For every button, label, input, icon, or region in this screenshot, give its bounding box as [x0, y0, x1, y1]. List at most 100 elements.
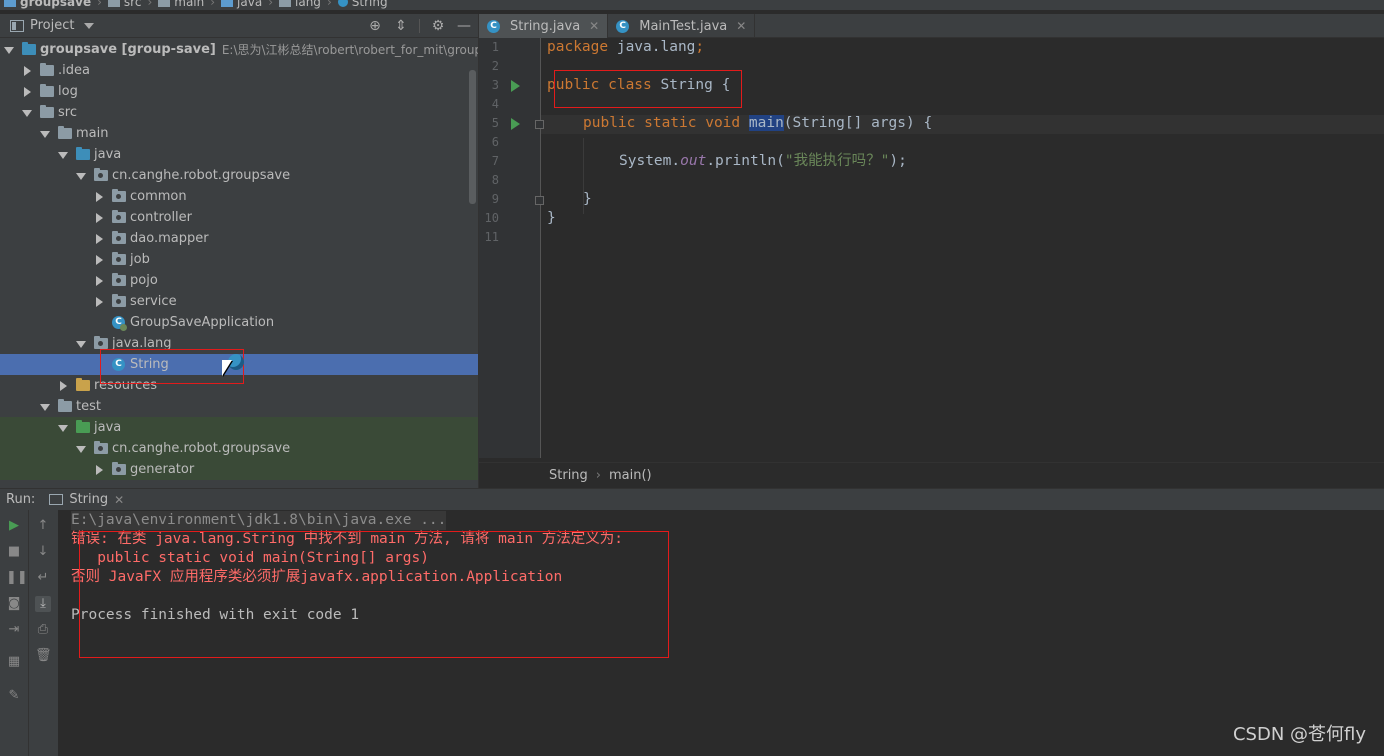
- tree-item-label: dao.mapper: [130, 231, 209, 246]
- pin-icon[interactable]: ✎: [6, 688, 22, 704]
- tree-item-test-java[interactable]: java: [0, 417, 478, 438]
- fold-marker-icon[interactable]: [535, 120, 544, 129]
- tree-item-java[interactable]: java: [0, 144, 478, 165]
- soft-wrap-icon[interactable]: ↵: [35, 570, 51, 586]
- expand-arrow-icon[interactable]: [58, 380, 68, 391]
- chevron-down-icon: [84, 22, 95, 29]
- code-line-5: public static void main(String[] args) {: [583, 115, 933, 131]
- project-view-selector[interactable]: Project: [10, 18, 95, 33]
- module-folder-icon: [22, 42, 36, 55]
- arrow-up-icon[interactable]: ↑: [35, 518, 51, 534]
- tree-item-test-package[interactable]: cn.canghe.robot.groupsave: [0, 438, 478, 459]
- tree-item-path: E:\思为\江彬总结\robert\robert_for_mit\groupsa…: [221, 43, 478, 57]
- run-tab-string[interactable]: String ✕: [49, 492, 124, 507]
- expand-arrow-icon[interactable]: [4, 45, 14, 55]
- expand-arrow-icon[interactable]: [58, 150, 68, 160]
- breadcrumb-item[interactable]: java: [221, 0, 262, 9]
- expand-arrow-icon[interactable]: [40, 129, 50, 139]
- camera-icon[interactable]: ◙: [6, 596, 22, 612]
- expand-arrow-icon[interactable]: [76, 339, 86, 349]
- expand-arrow-icon[interactable]: [58, 423, 68, 433]
- scroll-to-end-icon[interactable]: ⤓: [35, 596, 51, 612]
- print-icon[interactable]: ⎙: [35, 622, 51, 638]
- package-icon: [112, 462, 126, 475]
- expand-arrow-icon[interactable]: [76, 171, 86, 181]
- tree-item-groupsaveapplication[interactable]: C GroupSaveApplication: [0, 312, 478, 333]
- tree-item-label: pojo: [130, 273, 158, 288]
- expand-arrow-icon[interactable]: [94, 191, 104, 202]
- breadcrumb-separator: ›: [268, 0, 274, 9]
- expand-arrow-icon[interactable]: [94, 275, 104, 286]
- run-gutter-icon[interactable]: [511, 118, 520, 130]
- breadcrumb-item[interactable]: main: [158, 0, 204, 9]
- tree-item-label: job: [130, 252, 150, 267]
- tree-item-src[interactable]: src: [0, 102, 478, 123]
- editor-tab-bar: C String.java ✕ C MainTest.java ✕: [479, 14, 1384, 38]
- editor-breadcrumb-class[interactable]: String: [549, 468, 588, 483]
- tree-item-label: src: [58, 105, 77, 120]
- line-number: 9: [491, 192, 499, 206]
- tree-item-groupsave[interactable]: groupsave [group-save] E:\思为\江彬总结\robert…: [0, 39, 478, 60]
- expand-arrow-icon[interactable]: [94, 296, 104, 307]
- run-gutter-icon[interactable]: [511, 80, 520, 92]
- tree-item-generator[interactable]: generator: [0, 459, 478, 480]
- expand-arrow-icon[interactable]: [22, 65, 32, 76]
- minimize-icon[interactable]: —: [456, 18, 472, 34]
- expand-arrow-icon[interactable]: [22, 86, 32, 97]
- stop-icon[interactable]: ■: [6, 544, 22, 560]
- breadcrumb-item[interactable]: lang: [279, 0, 321, 9]
- arrow-down-icon[interactable]: ↓: [35, 544, 51, 560]
- locate-target-icon[interactable]: ⊕: [367, 18, 383, 34]
- expand-arrow-icon[interactable]: [22, 108, 32, 118]
- tree-item-common[interactable]: common: [0, 186, 478, 207]
- gear-icon[interactable]: ⚙: [430, 18, 446, 34]
- tree-item-service[interactable]: service: [0, 291, 478, 312]
- rerun-icon[interactable]: ▶: [6, 518, 22, 534]
- tree-item-dao-mapper[interactable]: dao.mapper: [0, 228, 478, 249]
- breadcrumb-separator: ›: [147, 0, 153, 9]
- exit-icon[interactable]: ⇥: [6, 622, 22, 638]
- tree-item-main[interactable]: main: [0, 123, 478, 144]
- layout-icon[interactable]: ▦: [6, 654, 22, 670]
- editor-breadcrumb-method[interactable]: main(): [609, 468, 652, 483]
- spring-class-icon: C: [112, 316, 127, 331]
- fold-marker-icon[interactable]: [535, 196, 544, 205]
- close-icon[interactable]: ✕: [589, 19, 599, 33]
- code-line-1: package java.lang;: [547, 39, 705, 55]
- tree-item-package[interactable]: cn.canghe.robot.groupsave: [0, 165, 478, 186]
- expand-arrow-icon[interactable]: [40, 402, 50, 412]
- breadcrumb-item[interactable]: groupsave: [4, 0, 91, 9]
- tree-item-test[interactable]: test: [0, 396, 478, 417]
- line-number: 5: [491, 116, 499, 130]
- breadcrumb-item[interactable]: src: [107, 0, 141, 9]
- vertical-scrollbar[interactable]: [469, 70, 476, 204]
- breadcrumb-separator: ›: [97, 0, 102, 9]
- trash-icon[interactable]: 🗑: [35, 648, 52, 664]
- editor-breadcrumb: String › main(): [479, 462, 1384, 488]
- collapse-all-icon[interactable]: ⇕: [393, 18, 409, 34]
- close-icon[interactable]: ✕: [114, 493, 124, 507]
- expand-arrow-icon[interactable]: [76, 444, 86, 454]
- tree-item-controller[interactable]: controller: [0, 207, 478, 228]
- line-number: 1: [491, 40, 499, 54]
- module-folder-icon: [4, 0, 16, 7]
- tree-item-label: java: [94, 147, 122, 162]
- expand-arrow-icon[interactable]: [94, 212, 104, 223]
- expand-arrow-icon[interactable]: [94, 233, 104, 244]
- folder-icon: [40, 63, 54, 76]
- tab-maintest-java[interactable]: C MainTest.java ✕: [608, 14, 756, 38]
- tree-item-job[interactable]: job: [0, 249, 478, 270]
- pause-icon[interactable]: ❚❚: [6, 570, 28, 586]
- expand-arrow-icon[interactable]: [94, 254, 104, 265]
- package-icon: [94, 441, 108, 454]
- tree-item-idea[interactable]: .idea: [0, 60, 478, 81]
- breadcrumb-item[interactable]: String: [337, 0, 388, 9]
- line-number: 2: [491, 59, 499, 73]
- line-number: 6: [491, 135, 499, 149]
- expand-arrow-icon[interactable]: [94, 464, 104, 475]
- tab-string-java[interactable]: C String.java ✕: [479, 14, 609, 38]
- tree-item-log[interactable]: log: [0, 81, 478, 102]
- close-icon[interactable]: ✕: [736, 19, 746, 33]
- tree-item-pojo[interactable]: pojo: [0, 270, 478, 291]
- tree-item-label: cn.canghe.robot.groupsave: [112, 441, 291, 456]
